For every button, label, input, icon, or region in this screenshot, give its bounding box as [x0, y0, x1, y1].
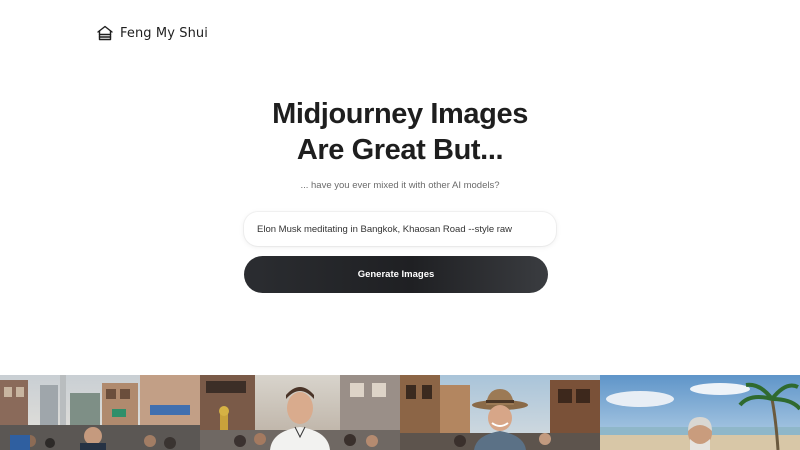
- street-scene-image: [0, 375, 200, 450]
- gallery-image-man-in-crowd[interactable]: [200, 375, 400, 450]
- generate-images-button[interactable]: Generate Images: [244, 256, 548, 293]
- gallery-image-beach-palm[interactable]: [600, 375, 800, 450]
- page-subtitle: ... have you ever mixed it with other AI…: [300, 180, 500, 191]
- hero: Midjourney Images Are Great But... ... h…: [0, 96, 800, 191]
- page-title: Midjourney Images Are Great But...: [0, 96, 800, 168]
- prompt-field-wrapper: [244, 212, 556, 246]
- brand-logo-link[interactable]: Feng My Shui: [96, 24, 208, 42]
- brand-name: Feng My Shui: [120, 25, 208, 41]
- title-line-2: Are Great But...: [296, 134, 504, 166]
- page: Feng My Shui Midjourney Images Are Great…: [0, 0, 800, 450]
- gallery-image-street-scene[interactable]: [0, 375, 200, 450]
- man-in-crowd-image: [200, 375, 400, 450]
- gallery-image-man-in-hat[interactable]: [400, 375, 600, 450]
- beach-palm-image: [600, 375, 800, 450]
- man-in-hat-image: [400, 375, 600, 450]
- prompt-input[interactable]: [244, 212, 556, 246]
- image-gallery: [0, 375, 800, 450]
- house-icon: [96, 24, 114, 42]
- title-line-1: Midjourney Images: [272, 98, 528, 130]
